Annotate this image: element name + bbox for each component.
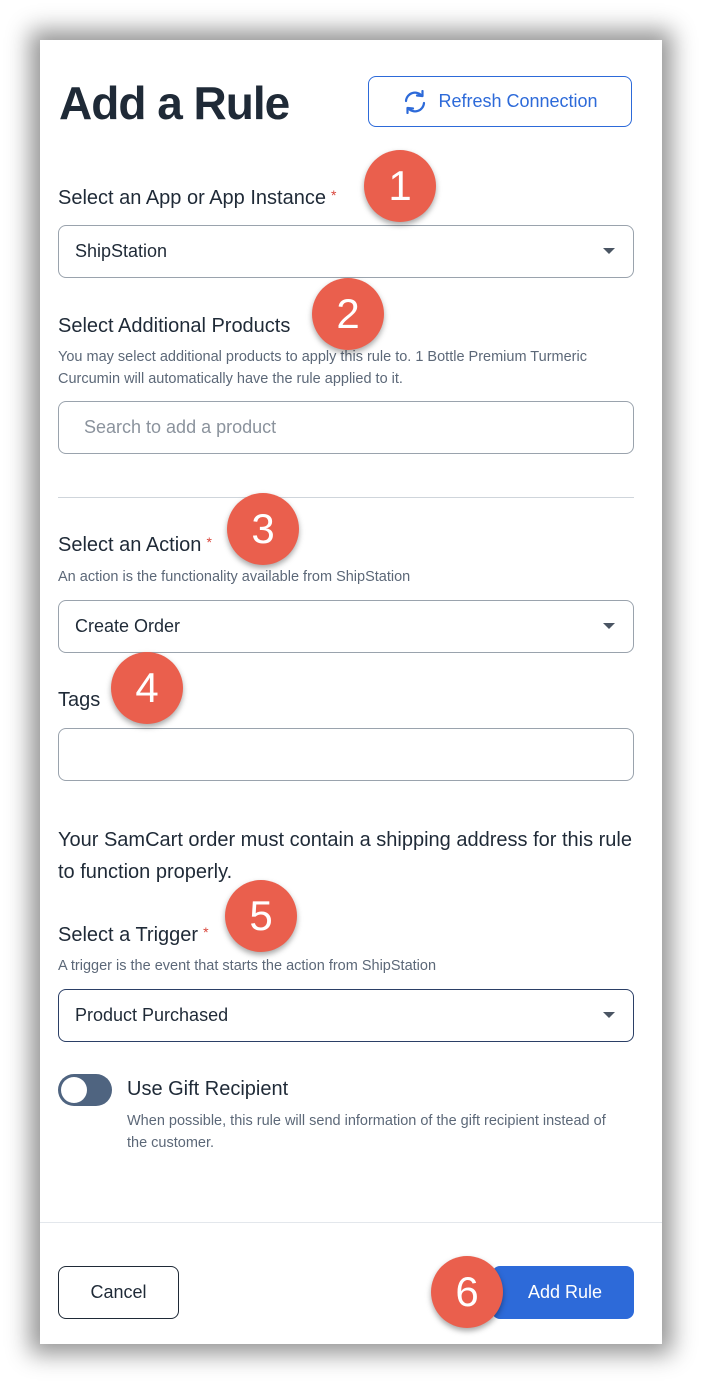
products-field-help: You may select additional products to ap…	[58, 349, 587, 387]
action-select-value: Create Order	[75, 616, 181, 636]
annotation-badge-3: 3	[227, 493, 299, 565]
shipping-address-notice: Your SamCart order must contain a shippi…	[58, 829, 632, 883]
chevron-down-icon	[603, 248, 615, 254]
section-divider	[58, 497, 634, 498]
trigger-field-label: Select a Trigger *	[58, 924, 209, 947]
trigger-select-value: Product Purchased	[75, 1005, 229, 1025]
required-marker: *	[206, 534, 212, 550]
refresh-connection-label: Refresh Connection	[438, 91, 598, 111]
footer-divider	[40, 1222, 662, 1223]
app-select-value: ShipStation	[75, 241, 168, 261]
add-rule-button[interactable]: Add Rule	[492, 1266, 634, 1319]
toggle-knob	[61, 1077, 87, 1103]
app-field-label-text: Select an App or App Instance	[58, 187, 326, 209]
app-select[interactable]: ShipStation	[58, 225, 634, 278]
cancel-button[interactable]: Cancel	[58, 1266, 179, 1319]
action-field-help: An action is the functionality available…	[58, 569, 411, 585]
trigger-select[interactable]: Product Purchased	[58, 989, 634, 1042]
page-title: Add a Rule	[59, 77, 290, 129]
annotation-badge-1: 1	[364, 150, 436, 222]
required-marker: *	[330, 187, 337, 203]
required-marker: *	[203, 924, 209, 940]
gift-recipient-label: Use Gift Recipient	[127, 1078, 289, 1100]
add-rule-modal: Add a Rule Refresh Connection Select an …	[40, 40, 662, 1344]
tags-input[interactable]	[58, 728, 634, 781]
product-search-placeholder: Search to add a product	[84, 417, 277, 437]
annotation-badge-5: 5	[225, 880, 297, 952]
annotation-badge-2: 2	[312, 278, 384, 350]
product-search-input[interactable]: Search to add a product	[58, 401, 634, 454]
gift-recipient-help: When possible, this rule will send infor…	[127, 1113, 606, 1151]
app-field-label: Select an App or App Instance *	[58, 187, 336, 210]
refresh-connection-button[interactable]: Refresh Connection	[368, 76, 632, 127]
chevron-down-icon	[603, 1012, 615, 1018]
products-field-label: Select Additional Products	[58, 315, 291, 337]
action-select[interactable]: Create Order	[58, 600, 634, 653]
refresh-icon	[405, 89, 426, 114]
gift-recipient-toggle[interactable]	[58, 1074, 112, 1106]
annotation-badge-6: 6	[431, 1256, 503, 1328]
annotation-badge-4: 4	[111, 652, 183, 724]
action-field-label: Select an Action *	[58, 534, 212, 557]
tags-field-label: Tags	[58, 689, 101, 711]
action-field-label-text: Select an Action	[58, 534, 202, 556]
chevron-down-icon	[603, 623, 615, 629]
trigger-field-label-text: Select a Trigger	[58, 924, 199, 946]
trigger-field-help: A trigger is the event that starts the a…	[58, 958, 437, 974]
